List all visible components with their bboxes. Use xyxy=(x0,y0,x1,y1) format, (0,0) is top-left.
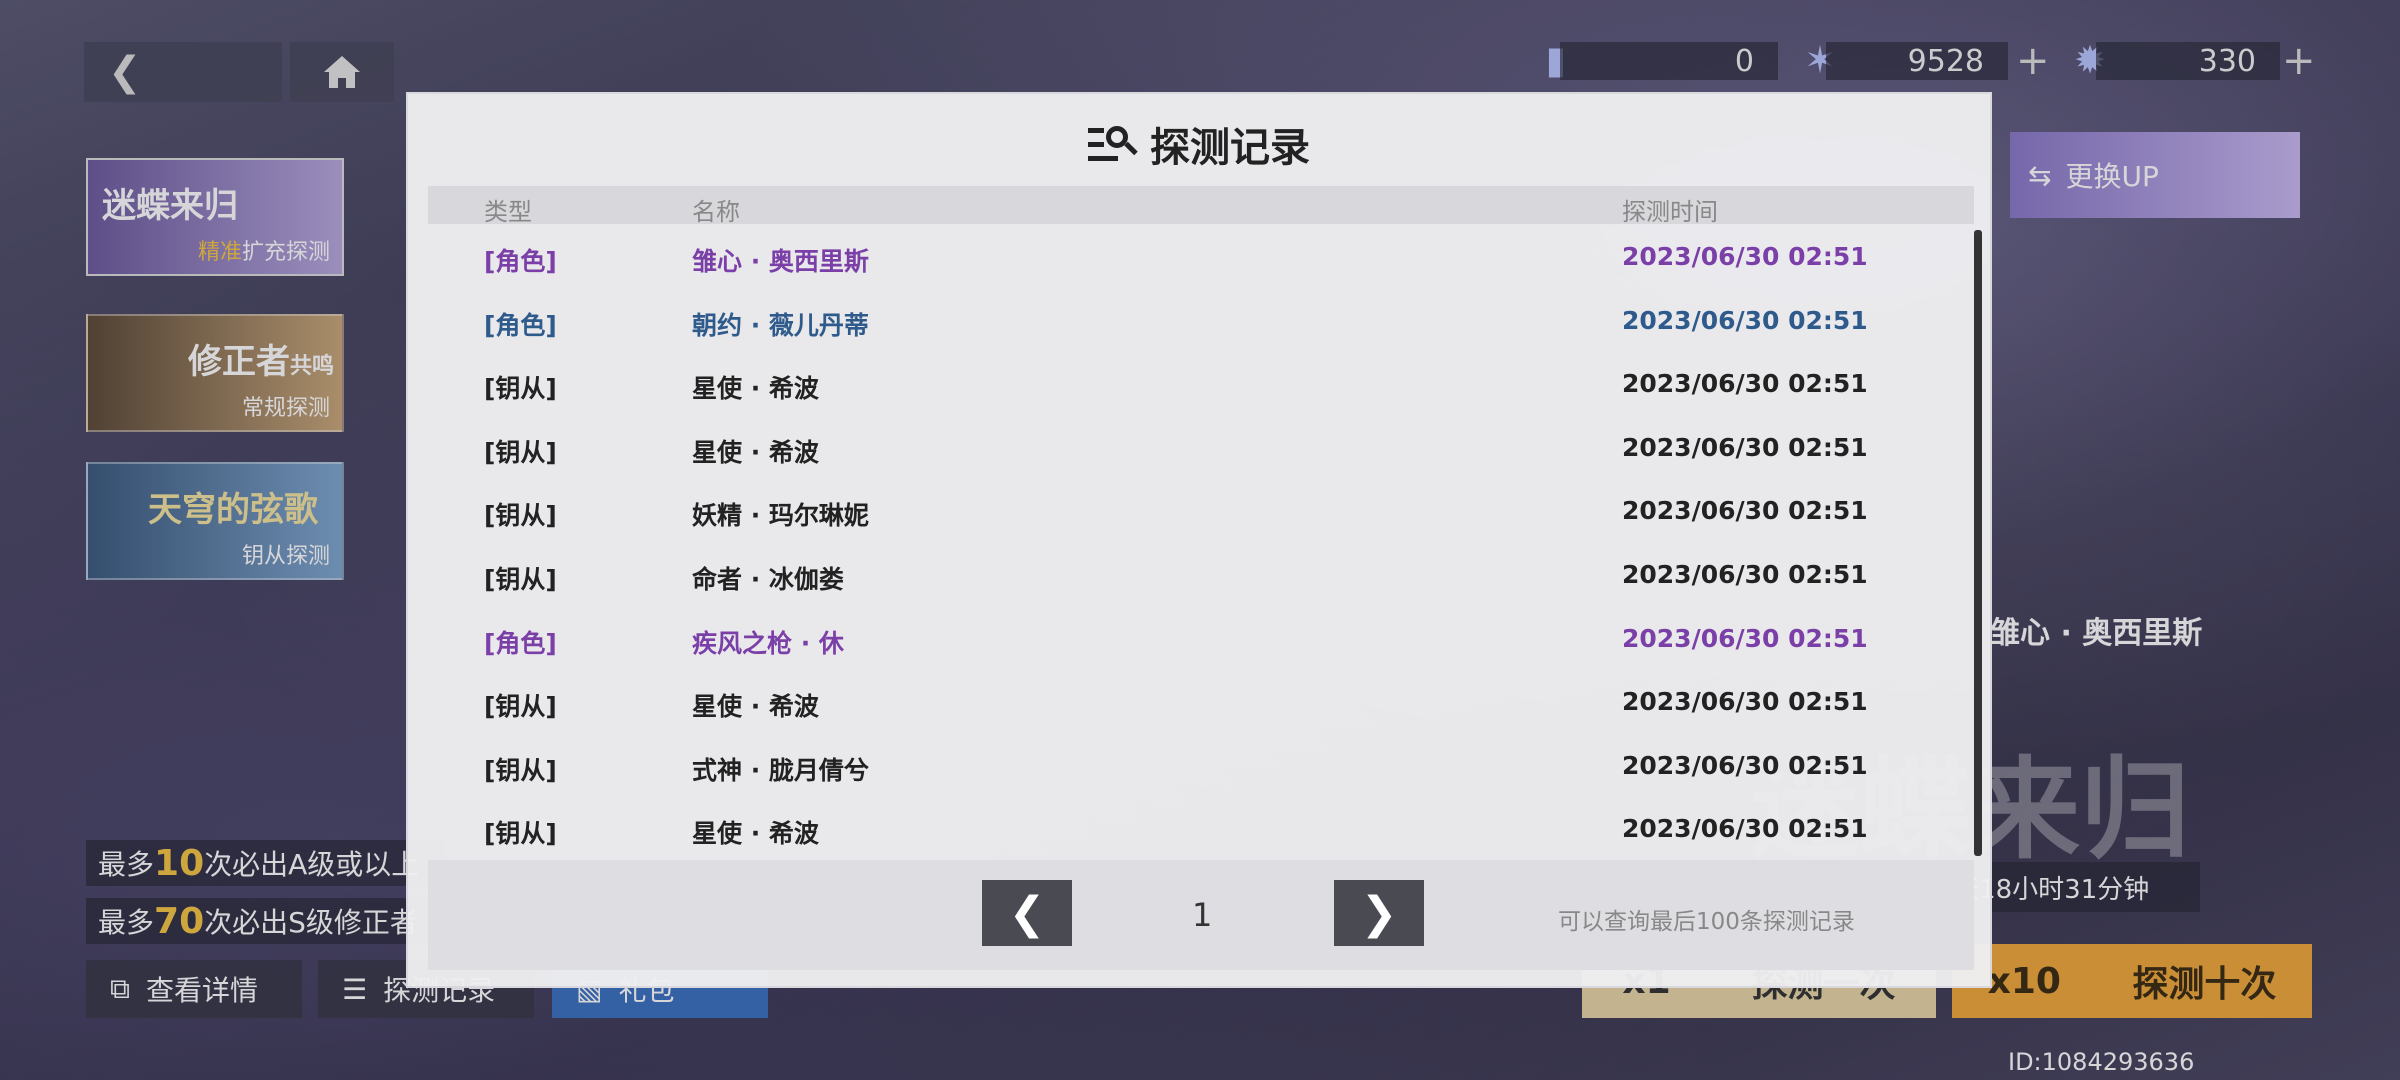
record-type: [钥从] xyxy=(484,501,557,531)
table-row: [钥从] 星使 · 希波 2023/06/30 02:51 xyxy=(408,415,1990,479)
record-name: 妖精 · 玛尔琳妮 xyxy=(692,501,869,531)
record-time: 2023/06/30 02:51 xyxy=(1622,623,1868,653)
table-header: 类型 名称 探测时间 xyxy=(428,186,1974,226)
record-time: 2023/06/30 02:51 xyxy=(1622,496,1868,526)
table-row: [钥从] 星使 · 希波 2023/06/30 02:51 xyxy=(408,796,1990,860)
chevron-left-icon: ❮ xyxy=(1008,887,1046,939)
chevron-right-icon: ❯ xyxy=(1360,887,1398,939)
table-row: [钥从] 式神 · 胧月倩兮 2023/06/30 02:51 xyxy=(408,733,1990,797)
modal-title-text: 探测记录 xyxy=(1150,125,1310,171)
record-time: 2023/06/30 02:51 xyxy=(1622,687,1868,717)
record-name: 式神 · 胧月倩兮 xyxy=(692,755,869,785)
modal-title: 探测记录 xyxy=(408,114,1990,174)
record-type: [钥从] xyxy=(484,374,557,404)
record-name: 朝约 · 薇儿丹蒂 xyxy=(692,310,869,340)
record-limit-note: 可以查询最后100条探测记录 xyxy=(1558,909,1855,935)
record-type: [钥从] xyxy=(484,437,557,467)
table-row: [角色] 雏心 · 奥西里斯 2023/06/30 02:51 xyxy=(408,224,1990,288)
prev-page-button[interactable]: ❮ xyxy=(982,880,1072,946)
header-name: 名称 xyxy=(692,198,740,226)
search-list-icon xyxy=(1088,122,1138,166)
next-page-button[interactable]: ❯ xyxy=(1334,880,1424,946)
record-type: [钥从] xyxy=(484,692,557,722)
record-name: 星使 · 希波 xyxy=(692,437,819,467)
record-name: 雏心 · 奥西里斯 xyxy=(692,247,869,276)
record-type: [钥从] xyxy=(484,755,557,785)
record-time: 2023/06/30 02:51 xyxy=(1622,432,1868,462)
table-row: [钥从] 星使 · 希波 2023/06/30 02:51 xyxy=(408,351,1990,415)
record-time: 2023/06/30 02:51 xyxy=(1622,560,1868,589)
header-time: 探测时间 xyxy=(1622,198,1718,226)
record-name: 星使 · 希波 xyxy=(692,819,819,849)
record-time: 2023/06/30 02:51 xyxy=(1622,242,1868,271)
record-time: 2023/06/30 02:51 xyxy=(1622,750,1868,780)
page-number: 1 xyxy=(1192,896,1213,934)
record-type: [角色] xyxy=(484,247,557,276)
pagination-bar: ❮ 1 ❯ 可以查询最后100条探测记录 xyxy=(428,860,1974,970)
record-name: 命者 · 冰伽娄 xyxy=(692,565,844,594)
header-type: 类型 xyxy=(484,198,532,226)
record-time: 2023/06/30 02:51 xyxy=(1622,305,1868,335)
record-name: 星使 · 希波 xyxy=(692,374,819,404)
table-row: [角色] 朝约 · 薇儿丹蒂 2023/06/30 02:51 xyxy=(408,288,1990,352)
table-row: [角色] 疾风之枪 · 休 2023/06/30 02:51 xyxy=(408,606,1990,670)
record-name: 疾风之枪 · 休 xyxy=(692,628,844,658)
record-scrollbar[interactable] xyxy=(1974,230,1982,856)
record-time: 2023/06/30 02:51 xyxy=(1622,369,1868,399)
record-type: [钥从] xyxy=(484,819,557,849)
table-row: [钥从] 命者 · 冰伽娄 2023/06/30 02:51 xyxy=(408,542,1990,606)
record-type: [钥从] xyxy=(484,565,557,594)
record-modal: 探测记录 类型 名称 探测时间 [角色] 雏心 · 奥西里斯 2023/06/30 … xyxy=(406,92,1992,988)
record-type: [角色] xyxy=(484,310,557,340)
record-time: 2023/06/30 02:51 xyxy=(1622,814,1868,844)
record-type: [角色] xyxy=(484,628,557,658)
record-name: 星使 · 希波 xyxy=(692,692,819,722)
table-row: [钥从] 妖精 · 玛尔琳妮 2023/06/30 02:51 xyxy=(408,478,1990,542)
table-row: [钥从] 星使 · 希波 2023/06/30 02:51 xyxy=(408,669,1990,733)
